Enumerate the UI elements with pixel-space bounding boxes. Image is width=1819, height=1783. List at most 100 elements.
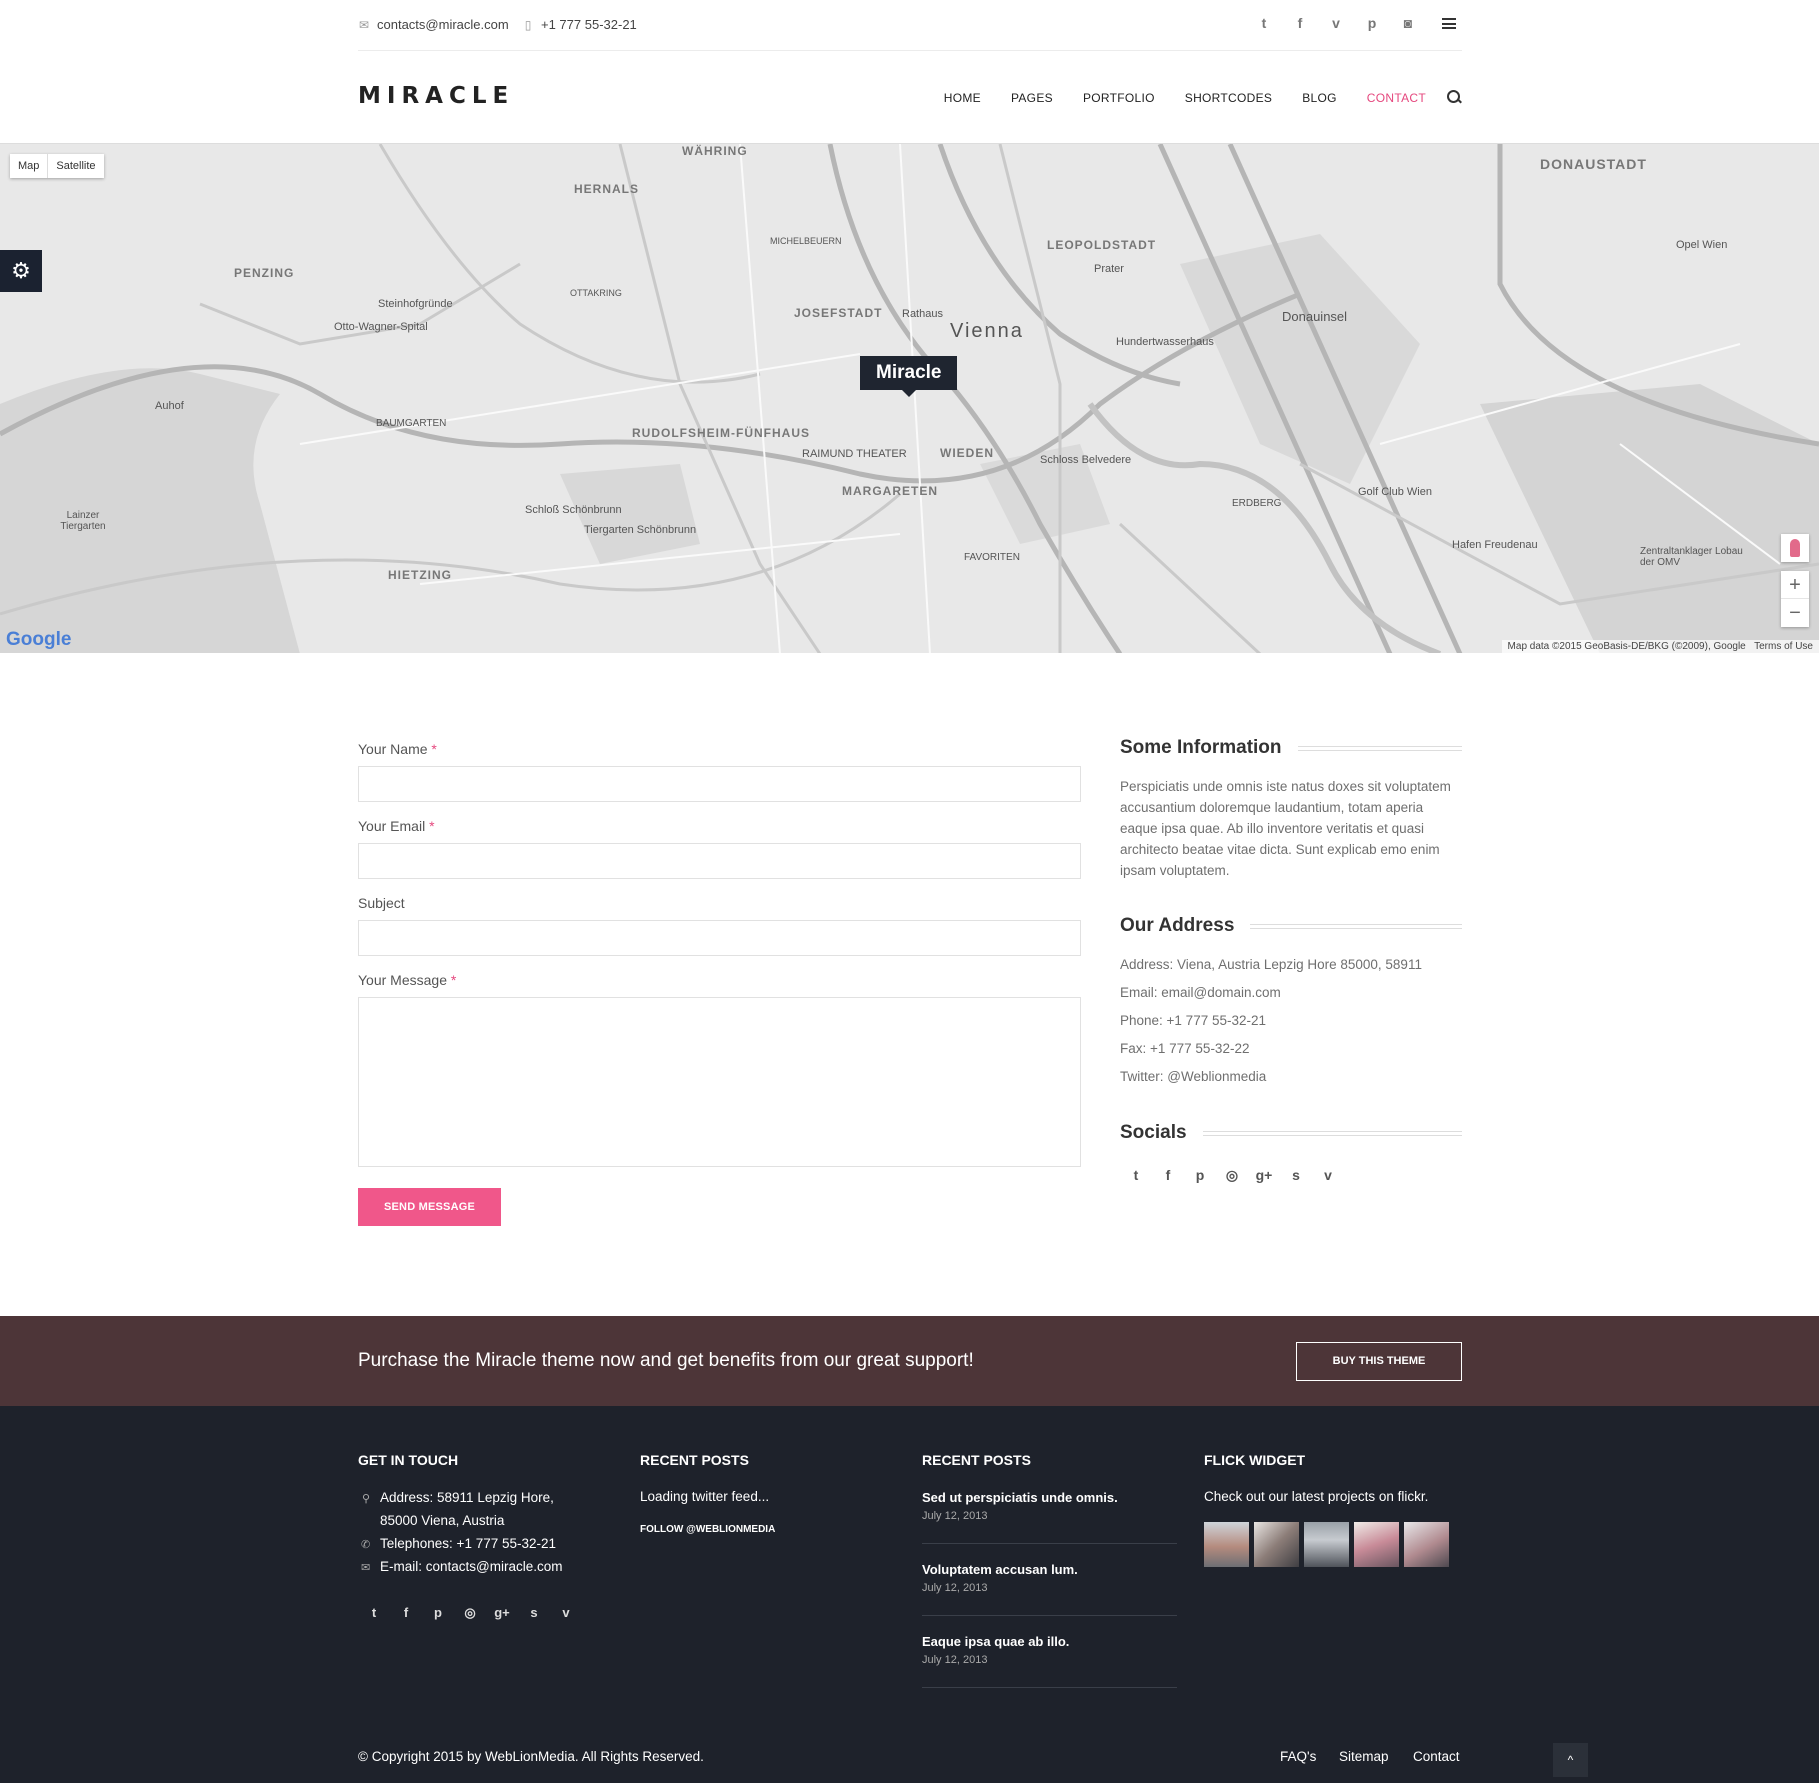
- map-terms-link[interactable]: Terms of Use: [1754, 641, 1813, 652]
- map-label: Schloss Belvedere: [1040, 454, 1132, 466]
- nav-contact[interactable]: CONTACT: [1367, 91, 1426, 105]
- top-email-text[interactable]: contacts@miracle.com: [377, 17, 509, 32]
- required-mark: *: [429, 818, 435, 834]
- nav-blog[interactable]: BLOG: [1302, 91, 1337, 105]
- skype-icon[interactable]: s: [1280, 1167, 1312, 1184]
- map-label: JOSEFSTADT: [794, 306, 883, 320]
- map-label: OTTAKRING: [570, 288, 622, 298]
- zoom-out-button[interactable]: −: [1781, 599, 1809, 627]
- map-label: Lainzer Tiergarten: [60, 510, 106, 532]
- follow-link[interactable]: FOLLOW @WEBLIONMEDIA: [640, 1524, 775, 1535]
- back-to-top-button[interactable]: ^: [1553, 1743, 1588, 1777]
- dribbble-icon[interactable]: ◎: [454, 1605, 486, 1621]
- mobile-icon: ▯: [524, 17, 532, 32]
- pinterest-icon[interactable]: p: [1184, 1167, 1216, 1184]
- info-text: Perspiciatis unde omnis iste natus doxes…: [1120, 779, 1451, 878]
- name-label-text: Your Name: [358, 741, 428, 757]
- pinterest-icon[interactable]: p: [422, 1605, 454, 1621]
- address-fax: Fax: +1 777 55-32-22: [1120, 1041, 1250, 1056]
- footer: GET IN TOUCH ⚲ Address: 58911 Lepzig Hor…: [0, 1406, 1819, 1783]
- socials-title-text: Socials: [1120, 1122, 1187, 1143]
- menu-icon[interactable]: [1426, 15, 1462, 32]
- map-label: RAIMUND THEATER: [802, 448, 907, 460]
- post-title[interactable]: Sed ut perspiciatis unde omnis.: [922, 1490, 1118, 1505]
- footer-touch-title: GET IN TOUCH: [358, 1452, 459, 1468]
- flickr-thumb[interactable]: [1354, 1522, 1399, 1567]
- top-email[interactable]: ✉ contacts@miracle.com: [358, 17, 509, 32]
- map-label: Auhof: [155, 400, 184, 412]
- post-date: July 12, 2013: [922, 1654, 988, 1666]
- email-label-text: Your Email: [358, 818, 426, 834]
- flickr-thumb[interactable]: [1254, 1522, 1299, 1567]
- map-attribution: Map data ©2015 GeoBasis-DE/BKG (©2009), …: [1501, 640, 1819, 653]
- flickr-thumb[interactable]: [1204, 1522, 1249, 1567]
- twitter-icon[interactable]: t: [358, 1605, 390, 1621]
- footer-link-contact[interactable]: Contact: [1413, 1749, 1460, 1764]
- address-twitter: Twitter: @Weblionmedia: [1120, 1069, 1267, 1084]
- post-date: July 12, 2013: [922, 1582, 988, 1594]
- post-title[interactable]: Eaque ipsa quae ab illo.: [922, 1634, 1069, 1649]
- map-label: RUDOLFSHEIM-FÜNFHAUS: [632, 426, 810, 440]
- info-title-text: Some Information: [1120, 737, 1282, 758]
- envelope-icon: ✉: [358, 17, 370, 32]
- send-message-button[interactable]: SEND MESSAGE: [358, 1188, 501, 1226]
- flickr-thumb[interactable]: [1304, 1522, 1349, 1567]
- pegman-icon[interactable]: [1781, 534, 1809, 562]
- location-icon: ⚲: [362, 1493, 371, 1505]
- nav-home[interactable]: HOME: [944, 91, 981, 105]
- footer-flickr-title: FLICK WIDGET: [1204, 1452, 1306, 1468]
- sidebar-socials: t f p ◎ g+ s v: [1120, 1167, 1344, 1184]
- facebook-icon[interactable]: f: [1282, 15, 1318, 32]
- instagram-icon[interactable]: ◙: [1390, 15, 1426, 32]
- facebook-icon[interactable]: f: [390, 1605, 422, 1621]
- address-email: Email: email@domain.com: [1120, 985, 1281, 1000]
- address-title: Our Address: [1120, 915, 1462, 937]
- map-type-satellite[interactable]: Satellite: [48, 154, 103, 178]
- logo[interactable]: MIRACLE: [358, 83, 514, 109]
- subject-field[interactable]: [358, 920, 1081, 956]
- map-label: Zentraltanklager Lobau der OMV: [1640, 546, 1743, 568]
- address-title-text: Our Address: [1120, 915, 1235, 936]
- twitter-icon[interactable]: t: [1120, 1167, 1152, 1184]
- nav-pages[interactable]: PAGES: [1011, 91, 1053, 105]
- nav-shortcodes[interactable]: SHORTCODES: [1185, 91, 1272, 105]
- google-plus-icon[interactable]: g+: [486, 1605, 518, 1621]
- skype-icon[interactable]: s: [518, 1605, 550, 1621]
- copyright: © Copyright 2015 by WebLionMedia. All Ri…: [358, 1749, 704, 1764]
- vimeo-icon[interactable]: v: [1312, 1167, 1344, 1184]
- footer-link-faq[interactable]: FAQ's: [1280, 1749, 1316, 1764]
- pinterest-icon[interactable]: p: [1354, 15, 1390, 32]
- map-label: Tiergarten Schönbrunn: [584, 524, 697, 536]
- twitter-icon[interactable]: t: [1246, 15, 1282, 32]
- buy-theme-button[interactable]: BUY THIS THEME: [1296, 1342, 1462, 1381]
- map-label: BAUMGARTEN: [376, 418, 447, 429]
- map-label: LEOPOLDSTADT: [1047, 238, 1157, 252]
- zoom-in-button[interactable]: +: [1781, 571, 1809, 599]
- footer-address-2: 85000 Viena, Austria: [380, 1513, 505, 1528]
- search-icon[interactable]: [1446, 89, 1462, 105]
- footer-link-sitemap[interactable]: Sitemap: [1339, 1749, 1389, 1764]
- footer-email[interactable]: E-mail: contacts@miracle.com: [380, 1559, 563, 1574]
- map-label: DONAUSTADT: [1540, 156, 1647, 172]
- name-field[interactable]: [358, 766, 1081, 802]
- email-field[interactable]: [358, 843, 1081, 879]
- socials-title: Socials: [1120, 1122, 1462, 1144]
- nav-portfolio[interactable]: PORTFOLIO: [1083, 91, 1155, 105]
- vimeo-icon[interactable]: v: [550, 1605, 582, 1621]
- footer-twitter-title: RECENT POSTS: [640, 1452, 749, 1468]
- vimeo-icon[interactable]: v: [1318, 15, 1354, 32]
- message-field[interactable]: [358, 997, 1081, 1167]
- address-phone: Phone: +1 777 55-32-21: [1120, 1013, 1266, 1028]
- google-logo: Google: [6, 629, 72, 650]
- map-type-map[interactable]: Map: [10, 154, 49, 178]
- map[interactable]: WÄHRING HERNALS PENZING LEOPOLDSTADT DON…: [0, 143, 1819, 653]
- gear-icon[interactable]: ⚙: [0, 250, 42, 292]
- google-plus-icon[interactable]: g+: [1248, 1167, 1280, 1184]
- map-label: Prater: [1094, 263, 1124, 275]
- facebook-icon[interactable]: f: [1152, 1167, 1184, 1184]
- map-label: WIEDEN: [940, 446, 994, 460]
- map-marker[interactable]: Miracle: [860, 356, 958, 397]
- post-title[interactable]: Voluptatem accusan lum.: [922, 1562, 1078, 1577]
- dribbble-icon[interactable]: ◎: [1216, 1167, 1248, 1184]
- flickr-thumb[interactable]: [1404, 1522, 1449, 1567]
